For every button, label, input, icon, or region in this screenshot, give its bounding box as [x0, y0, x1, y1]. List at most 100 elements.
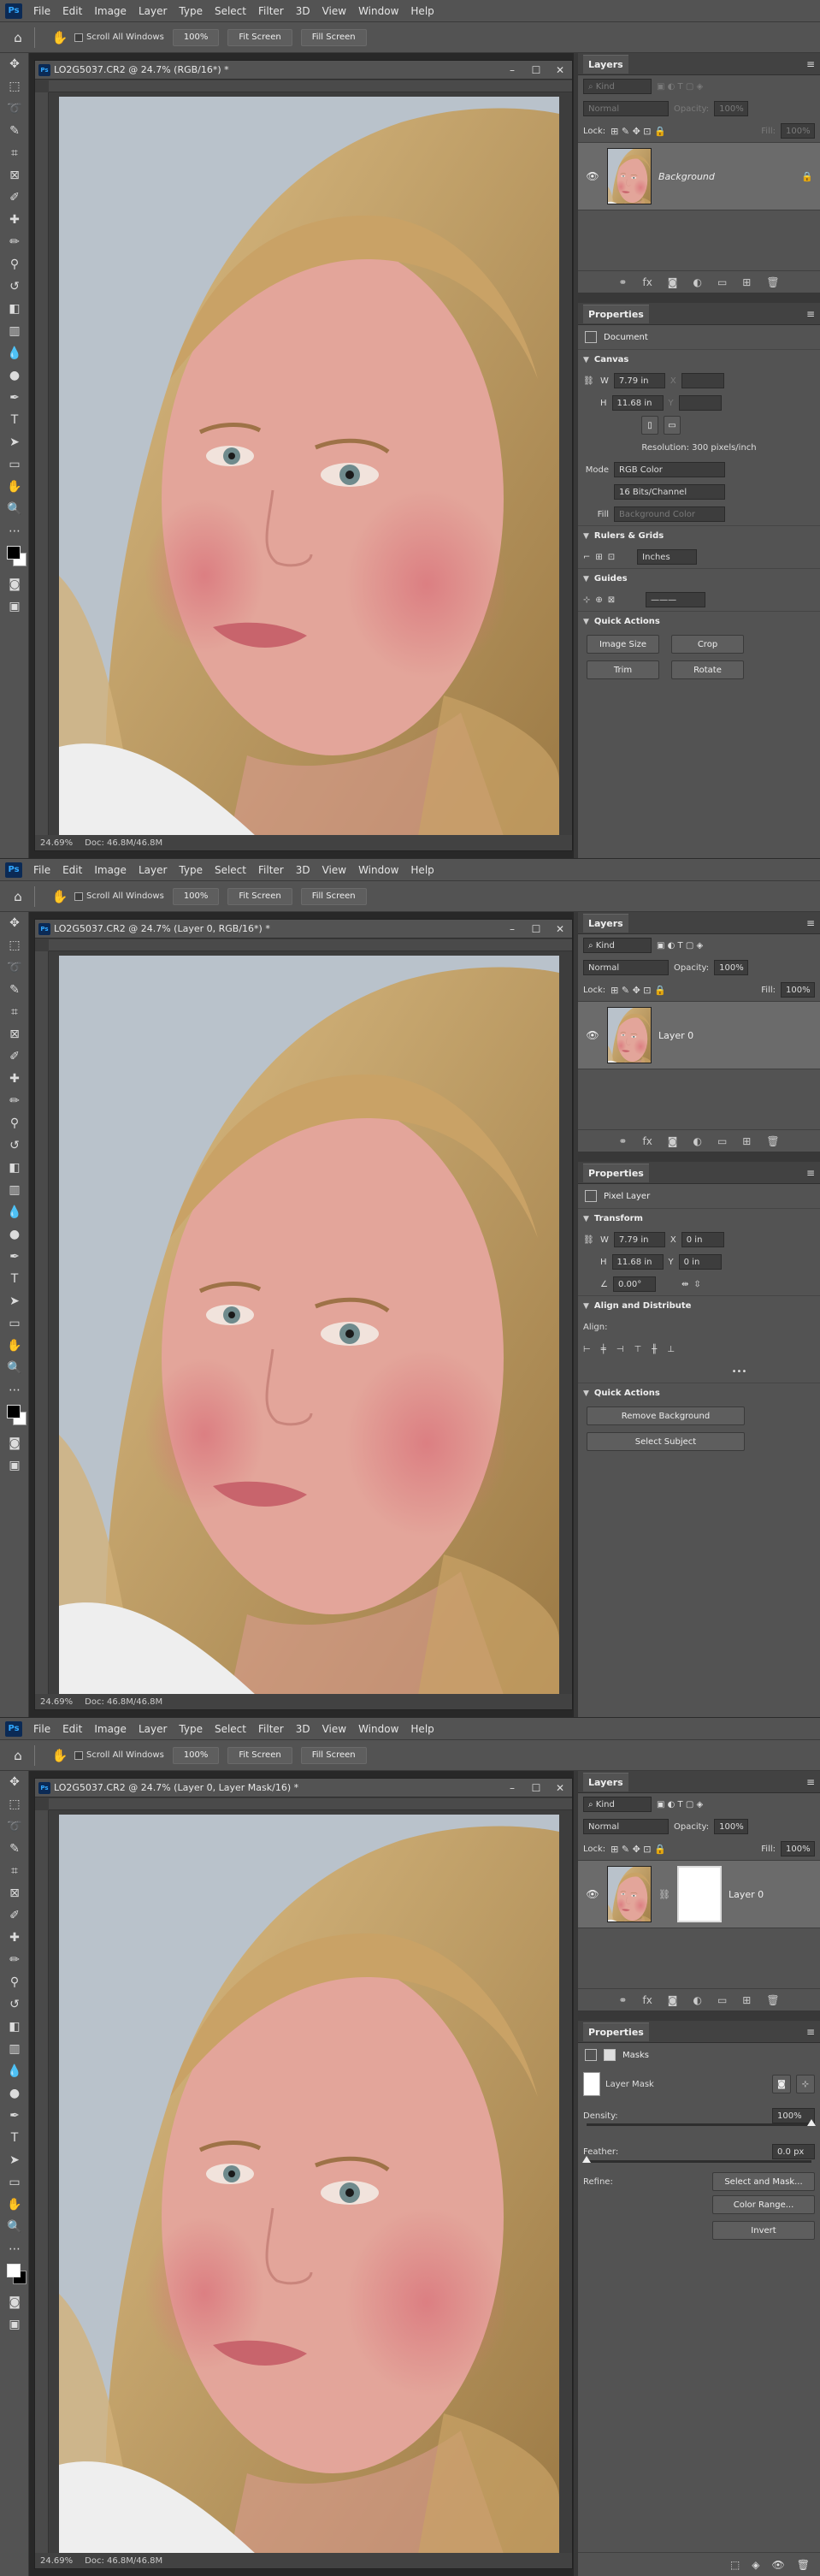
chevron-down-icon[interactable]: ▼ — [583, 575, 589, 583]
minimize-icon[interactable]: – — [500, 1782, 524, 1794]
group-icon[interactable]: ▭ — [717, 1994, 727, 2006]
foreground-color[interactable] — [7, 1405, 21, 1418]
menu-3d[interactable]: 3D — [290, 1723, 316, 1735]
hand-tool-icon[interactable]: ✋ — [50, 28, 69, 47]
kind-filter[interactable]: ⌕ Kind — [583, 1797, 652, 1812]
new-layer-icon[interactable]: ⊞ — [742, 1994, 751, 2006]
menu-type[interactable]: Type — [173, 864, 209, 876]
menu-view[interactable]: View — [316, 1723, 352, 1735]
menu-layer[interactable]: Layer — [133, 1723, 173, 1735]
photo-canvas[interactable] — [59, 97, 559, 836]
align-hcenter-icon[interactable]: ╪ — [601, 1345, 606, 1354]
spot-heal-icon[interactable]: ✚ — [0, 209, 29, 231]
crop-icon[interactable]: ⌗ — [0, 142, 29, 164]
select-and-mask-button[interactable]: Select and Mask... — [712, 2172, 815, 2191]
align-vcenter-icon[interactable]: ╫ — [652, 1345, 657, 1354]
add-mask-icon[interactable]: ◙ — [668, 276, 678, 288]
fill-select[interactable]: Background Color — [614, 506, 725, 522]
menu-layer[interactable]: Layer — [133, 864, 173, 876]
fx-icon[interactable]: fx — [642, 1994, 652, 2006]
rulers-section[interactable]: ▼ Rulers & Grids — [578, 525, 820, 546]
dodge-icon[interactable]: ● — [0, 2082, 29, 2105]
spot-heal-icon[interactable]: ✚ — [0, 1068, 29, 1090]
mode-select[interactable]: RGB Color — [614, 462, 725, 477]
frame-icon[interactable]: ⊠ — [0, 1023, 29, 1045]
fill-field[interactable]: 100% — [781, 982, 815, 998]
menu-image[interactable]: Image — [88, 1723, 133, 1735]
lasso-icon[interactable]: ➰ — [0, 98, 29, 120]
vector-mask-icon[interactable] — [604, 2049, 616, 2061]
eraser-icon[interactable]: ◧ — [0, 298, 29, 320]
x-field[interactable] — [681, 373, 724, 388]
panel-menu-icon[interactable]: ≡ — [806, 917, 815, 929]
pen-icon[interactable]: ✒ — [0, 1246, 29, 1268]
zoom-100-button[interactable]: 100% — [172, 28, 220, 46]
menu-3d[interactable]: 3D — [290, 5, 316, 17]
menu-filter[interactable]: Filter — [252, 5, 290, 17]
properties-tab[interactable]: Properties — [583, 304, 649, 323]
select-mask-icon[interactable]: ◙ — [772, 2075, 791, 2093]
group-icon[interactable]: ▭ — [717, 276, 727, 288]
quick-actions-section[interactable]: ▼ Quick Actions — [578, 611, 820, 631]
chevron-down-icon[interactable]: ▼ — [583, 1302, 589, 1311]
layer-name[interactable]: Layer 0 — [729, 1889, 813, 1900]
feather-field[interactable]: 0.0 px — [772, 2144, 815, 2159]
rectangle-icon[interactable]: ▭ — [0, 2171, 29, 2194]
menu-file[interactable]: File — [27, 5, 56, 17]
layers-tab[interactable]: Layers — [583, 1772, 628, 1791]
menu-select[interactable]: Select — [209, 1723, 252, 1735]
remove-background-button[interactable]: Remove Background — [587, 1406, 745, 1425]
y-field[interactable]: 0 in — [678, 1254, 722, 1270]
move-icon[interactable]: ✥ — [0, 912, 29, 934]
flip-horizontal-icon[interactable]: ⇹ — [681, 1280, 688, 1289]
lasso-icon[interactable]: ➰ — [0, 956, 29, 979]
guides-section[interactable]: ▼ Guides — [578, 568, 820, 589]
panel-menu-icon[interactable]: ≡ — [806, 2026, 815, 2038]
hand-icon[interactable]: ✋ — [0, 2194, 29, 2216]
eyedropper-icon[interactable]: ✐ — [0, 187, 29, 209]
lock-icons[interactable]: ⊞ ✎ ✥ ⊡ 🔒 — [611, 1844, 666, 1855]
scroll-all-windows-checkbox[interactable]: Scroll All Windows — [74, 33, 164, 42]
brush-icon[interactable]: ✏ — [0, 1090, 29, 1112]
chevron-down-icon[interactable]: ▼ — [583, 618, 589, 626]
add-mask-icon[interactable]: ◙ — [668, 1994, 678, 2006]
checkbox-box[interactable] — [74, 891, 83, 901]
link-icon[interactable]: ⚭ — [618, 276, 627, 288]
fit-screen-button[interactable]: Fit Screen — [227, 887, 292, 905]
adjustment-icon[interactable]: ◐ — [693, 1994, 701, 2006]
foreground-color[interactable] — [7, 2264, 21, 2277]
blend-mode-select[interactable]: Normal — [583, 960, 669, 975]
hand-icon[interactable]: ✋ — [0, 476, 29, 498]
panel-menu-icon[interactable]: ≡ — [806, 1167, 815, 1179]
quick-mask-icon[interactable]: ◙ — [0, 573, 29, 595]
quick-select-icon[interactable]: ✎ — [0, 120, 29, 142]
quick-select-icon[interactable]: ✎ — [0, 1838, 29, 1860]
chevron-down-icon[interactable]: ▼ — [583, 356, 589, 364]
ruler-icon[interactable]: ⌐ — [583, 553, 590, 562]
layer-lock-icon[interactable]: 🔒 — [801, 171, 813, 182]
select-subject-button[interactable]: Select Subject — [587, 1432, 745, 1451]
feather-slider[interactable] — [582, 2156, 811, 2163]
opacity-field[interactable]: 100% — [714, 960, 749, 975]
layer-mask-thumbnail[interactable] — [676, 1866, 722, 1922]
menu-file[interactable]: File — [27, 1723, 56, 1735]
visibility-eye-icon[interactable]: 👁 — [585, 1888, 600, 1900]
zoom-icon[interactable]: 🔍 — [0, 2216, 29, 2238]
blur-icon[interactable]: 💧 — [0, 342, 29, 364]
history-brush-icon[interactable]: ↺ — [0, 1993, 29, 2016]
link-dimensions-icon[interactable]: ⛓ — [583, 1235, 595, 1245]
marquee-icon[interactable]: ⬚ — [0, 1793, 29, 1815]
brush-icon[interactable]: ✏ — [0, 1949, 29, 1971]
panel-menu-icon[interactable]: ≡ — [806, 308, 815, 320]
menu-type[interactable]: Type — [173, 5, 209, 17]
menu-edit[interactable]: Edit — [56, 5, 88, 17]
screen-mode-icon[interactable]: ▣ — [0, 1454, 29, 1477]
fill-screen-button[interactable]: Fill Screen — [300, 28, 367, 46]
eraser-icon[interactable]: ◧ — [0, 1157, 29, 1179]
checkbox-box[interactable] — [74, 1750, 83, 1760]
screen-mode-icon[interactable]: ▣ — [0, 2313, 29, 2336]
fill-screen-button[interactable]: Fill Screen — [300, 1746, 367, 1764]
eyedropper-icon[interactable]: ✐ — [0, 1045, 29, 1068]
align-top-icon[interactable]: ⊤ — [634, 1345, 641, 1354]
properties-tab[interactable]: Properties — [583, 1163, 649, 1182]
